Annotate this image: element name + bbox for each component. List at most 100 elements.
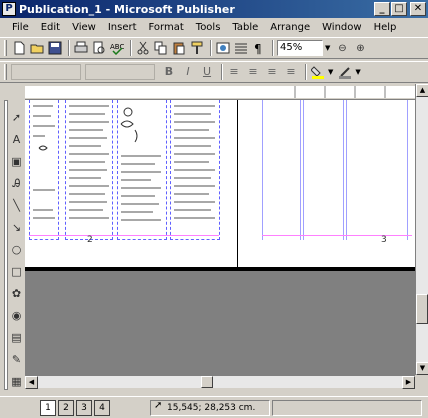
align-right-button[interactable]: ≡ [264,64,280,80]
print-preview-icon[interactable] [91,40,107,56]
align-center-button[interactable]: ≡ [245,64,261,80]
toolbar-grip[interactable] [4,64,7,80]
wordart-icon[interactable]: Ꭿ [9,176,24,191]
menu-tools[interactable]: Tools [190,22,227,33]
minimize-button[interactable]: _ [374,2,390,16]
chevron-down-icon[interactable]: ▼ [355,68,360,76]
horizontal-scrollbar[interactable]: ◀ ▶ [25,375,415,389]
page-gutter [237,100,272,270]
close-button[interactable]: ✕ [410,2,426,16]
page-tab-3[interactable]: 3 [76,399,92,416]
arrow-icon[interactable]: ↘ [9,220,24,235]
spread-bottom-edge [25,267,415,271]
page-number-left: 2 [87,235,93,245]
picture-frame-icon[interactable]: ▣ [9,154,24,169]
menu-file[interactable]: File [6,22,35,33]
design-gallery-icon[interactable]: ▦ [9,374,24,389]
zoom-select[interactable]: 45% [277,40,323,56]
scroll-left-icon[interactable]: ◀ [25,376,38,389]
toolbar-separator [210,40,212,56]
column-guide [343,100,344,240]
copy-icon[interactable] [153,40,169,56]
menu-bar: File Edit View Insert Format Tools Table… [0,18,428,36]
baseline-guide [29,235,219,236]
vertical-scroll-thumb[interactable] [416,294,428,324]
page-tab-2[interactable]: 2 [58,399,74,416]
scroll-down-icon[interactable]: ▼ [416,362,428,375]
document-workspace[interactable]: 2 3 [25,100,415,375]
line-color-icon[interactable] [337,64,353,80]
menu-window[interactable]: Window [316,22,367,33]
chevron-down-icon[interactable]: ▼ [325,44,330,52]
baseline-guide [262,235,412,236]
object-size-field [272,400,422,416]
menu-format[interactable]: Format [143,22,190,33]
svg-text:¶: ¶ [254,42,262,55]
paste-icon[interactable] [171,40,187,56]
menu-insert[interactable]: Insert [102,22,143,33]
menu-edit[interactable]: Edit [35,22,66,33]
font-name-select[interactable] [11,64,81,80]
menu-help[interactable]: Help [368,22,403,33]
open-icon[interactable] [29,40,45,56]
font-size-select[interactable] [85,64,155,80]
vertical-scrollbar[interactable]: ▲ ▼ [415,84,428,375]
spread[interactable]: 2 3 [25,100,415,270]
bold-button[interactable]: B [161,64,177,80]
status-bar: 1 2 3 4 15,545; 28,253 cm. ➚ [0,396,428,418]
column-guide [262,100,263,240]
align-left-button[interactable]: ≡ [226,64,242,80]
horizontal-scroll-thumb[interactable] [201,376,213,388]
toolbar-separator [68,40,70,56]
justify-button[interactable]: ≡ [283,64,299,80]
toolbar-grip[interactable] [4,40,7,56]
column-guide [346,100,347,240]
html-fragment-icon[interactable]: ✎ [9,352,24,367]
column-guide [300,100,301,240]
print-icon[interactable] [73,40,89,56]
column-guide [303,100,304,240]
format-painter-icon[interactable] [189,40,205,56]
menu-arrange[interactable]: Arrange [264,22,316,33]
zoom-in-icon[interactable]: ⊕ [352,40,368,56]
menu-table[interactable]: Table [226,22,264,33]
rectangle-icon[interactable]: □ [9,264,24,279]
toolbar-separator [305,64,307,80]
publisher-app-icon[interactable]: P [2,2,16,16]
columns-icon[interactable] [233,40,249,56]
autoshapes-icon[interactable]: ✿ [9,286,24,301]
italic-button[interactable]: I [180,64,196,80]
toolbar-separator [272,40,274,56]
title-bar: P Publication_1 - Microsoft Publisher _ … [0,0,428,18]
menu-view[interactable]: View [66,22,102,33]
cut-icon[interactable] [135,40,151,56]
svg-text:ABC: ABC [110,43,124,51]
chevron-down-icon[interactable]: ▼ [328,68,333,76]
web-icon[interactable] [215,40,231,56]
window-title: Publication_1 - Microsoft Publisher [19,2,235,16]
formatting-toolbar: B I U ≡ ≡ ≡ ≡ ▼ ▼ [0,61,428,83]
scroll-right-icon[interactable]: ▶ [402,376,415,389]
pointer-position-icon: ➚ [154,400,163,411]
pilcrow-icon[interactable]: ¶ [251,40,267,56]
line-icon[interactable]: ╲ [9,198,24,213]
scroll-up-icon[interactable]: ▲ [416,84,428,97]
page-tab-1[interactable]: 1 [40,399,56,416]
zoom-out-icon[interactable]: ⊖ [334,40,350,56]
oval-icon[interactable]: ○ [9,242,24,257]
page-tab-4[interactable]: 4 [94,399,110,416]
hotspot-icon[interactable]: ◉ [9,308,24,323]
pointer-icon[interactable]: ➚ [9,110,24,125]
page-number-right: 3 [381,235,387,245]
form-control-icon[interactable]: ▤ [9,330,24,345]
spelling-icon[interactable]: ABC [109,40,125,56]
horizontal-ruler[interactable] [25,84,415,100]
save-icon[interactable] [47,40,63,56]
text-box-icon[interactable]: A [9,132,24,147]
new-icon[interactable] [11,40,27,56]
fill-color-icon[interactable] [310,64,326,80]
maximize-button[interactable]: □ [391,2,407,16]
toolbar-separator [221,64,223,80]
ruler-ticks [25,86,415,98]
underline-button[interactable]: U [199,64,215,80]
